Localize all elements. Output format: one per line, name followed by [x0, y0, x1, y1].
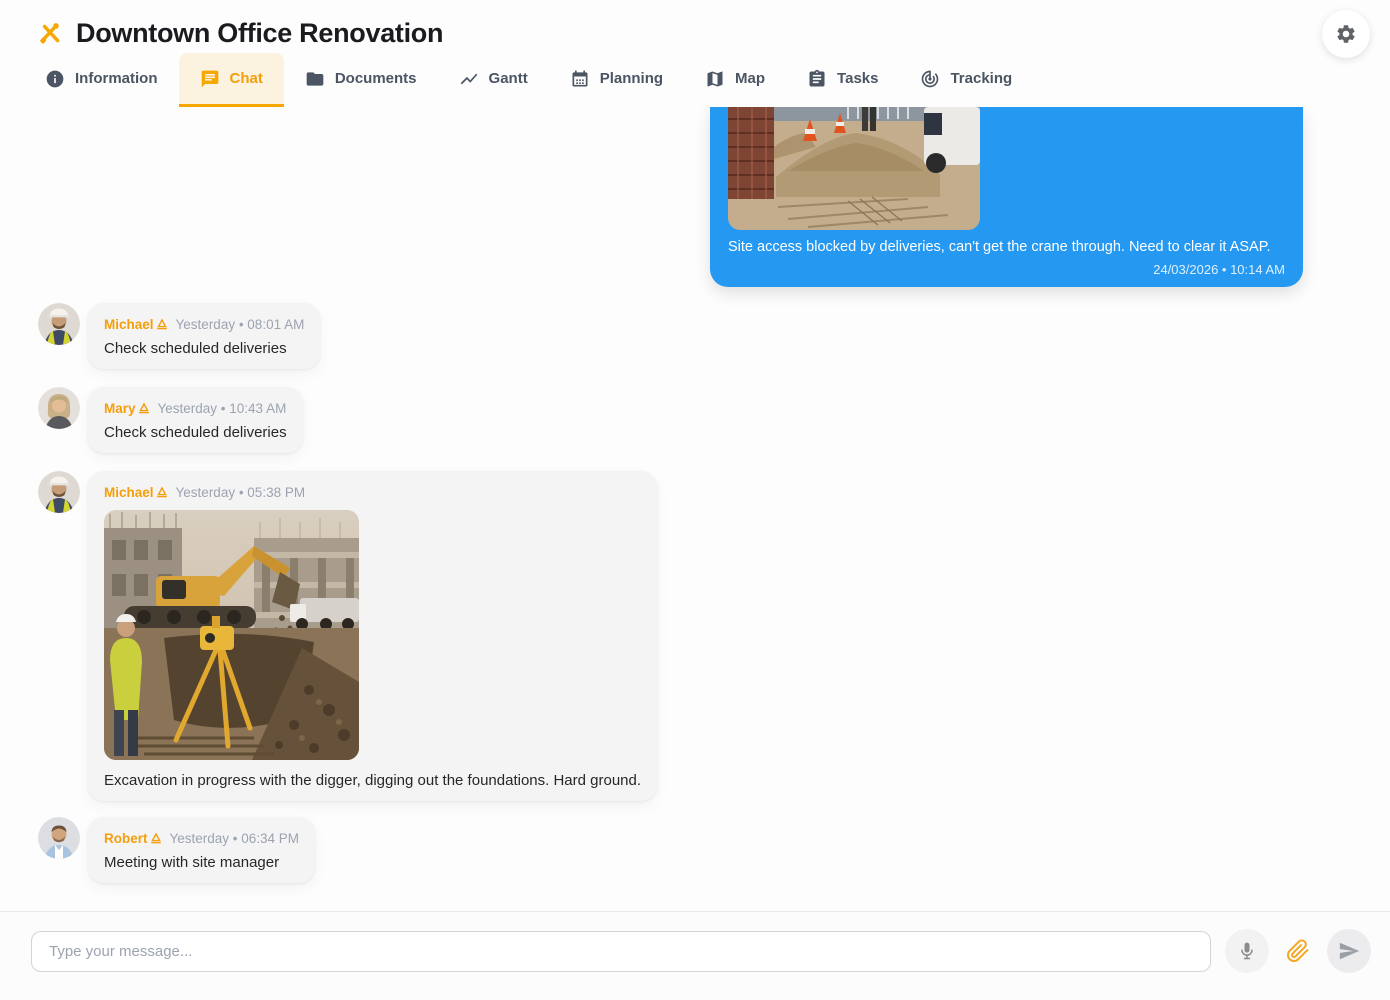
message-bubble: Mary Yesterday • 10:43 AM Check schedule…: [88, 387, 303, 453]
excavation-photo[interactable]: [104, 510, 359, 760]
avatar-robert[interactable]: [38, 817, 80, 859]
send-icon: [1338, 940, 1360, 962]
message-time: Yesterday • 05:38 PM: [176, 485, 306, 500]
tab-gantt[interactable]: Gantt: [438, 53, 549, 107]
construction-role-icon: [138, 402, 150, 414]
message-row: Michael Yesterday • 08:01 AM Check sched…: [38, 303, 1390, 369]
tab-label: Planning: [600, 70, 663, 87]
own-message-text: Site access blocked by deliveries, can't…: [728, 239, 1285, 255]
folder-icon: [305, 69, 325, 89]
send-button[interactable]: [1327, 929, 1371, 973]
message-bubble: Robert Yesterday • 06:34 PM Meeting with…: [88, 817, 315, 883]
tab-label: Tasks: [837, 70, 878, 87]
tab-bar: Information Chat Documents Gantt Plannin…: [0, 53, 1390, 107]
tab-label: Chat: [230, 70, 263, 87]
message-time: Yesterday • 06:34 PM: [170, 831, 300, 846]
paperclip-icon: [1286, 939, 1310, 963]
tab-label: Information: [75, 70, 158, 87]
author-name: Robert: [104, 831, 162, 846]
mic-button[interactable]: [1225, 929, 1269, 973]
message-row: Michael Yesterday • 05:38 PM: [38, 471, 1390, 801]
construction-role-icon: [156, 486, 168, 498]
info-icon: [45, 69, 65, 89]
author-name: Mary: [104, 401, 150, 416]
tab-chat[interactable]: Chat: [179, 53, 284, 107]
avatar-michael[interactable]: [38, 303, 80, 345]
author-name: Michael: [104, 317, 168, 332]
message-row: Robert Yesterday • 06:34 PM Meeting with…: [38, 817, 1390, 883]
tools-icon: [37, 20, 63, 46]
tab-information[interactable]: Information: [24, 53, 179, 107]
own-message-bubble: Site access blocked by deliveries, can't…: [710, 107, 1303, 287]
tab-label: Tracking: [950, 70, 1012, 87]
tab-tasks[interactable]: Tasks: [786, 53, 899, 107]
chat-bubble-icon: [200, 69, 220, 89]
gear-icon: [1335, 23, 1357, 45]
settings-button[interactable]: [1322, 10, 1370, 58]
mic-icon: [1237, 941, 1257, 961]
tab-tracking[interactable]: Tracking: [899, 53, 1033, 107]
author-name: Michael: [104, 485, 168, 500]
tab-label: Gantt: [489, 70, 528, 87]
message-bubble: Michael Yesterday • 08:01 AM Check sched…: [88, 303, 320, 369]
own-message-timestamp: 24/03/2026 • 10:14 AM: [728, 262, 1285, 277]
chat-message-list: Site access blocked by deliveries, can't…: [0, 107, 1390, 921]
message-meta: Mary Yesterday • 10:43 AM: [104, 399, 287, 417]
message-text: Check scheduled deliveries: [104, 424, 287, 441]
construction-site-entrance-photo[interactable]: [728, 107, 980, 230]
clipboard-icon: [807, 69, 827, 89]
tab-map[interactable]: Map: [684, 53, 786, 107]
message-input[interactable]: [31, 931, 1211, 972]
message-meta: Robert Yesterday • 06:34 PM: [104, 829, 299, 847]
target-icon: [920, 69, 940, 89]
line-chart-icon: [459, 69, 479, 89]
message-meta: Michael Yesterday • 05:38 PM: [104, 483, 641, 501]
message-text: Meeting with site manager: [104, 854, 299, 871]
header: Downtown Office Renovation: [0, 0, 1390, 53]
tab-label: Documents: [335, 70, 417, 87]
message-bubble: Michael Yesterday • 05:38 PM: [88, 471, 657, 801]
construction-role-icon: [156, 318, 168, 330]
message-meta: Michael Yesterday • 08:01 AM: [104, 315, 304, 333]
avatar-mary[interactable]: [38, 387, 80, 429]
page-title: Downtown Office Renovation: [76, 18, 443, 49]
tab-documents[interactable]: Documents: [284, 53, 438, 107]
message-time: Yesterday • 10:43 AM: [158, 401, 287, 416]
tab-planning[interactable]: Planning: [549, 53, 684, 107]
map-icon: [705, 69, 725, 89]
construction-role-icon: [150, 832, 162, 844]
tab-label: Map: [735, 70, 765, 87]
message-composer: [0, 911, 1390, 1000]
message-time: Yesterday • 08:01 AM: [176, 317, 305, 332]
message-text: Check scheduled deliveries: [104, 340, 304, 357]
avatar-michael[interactable]: [38, 471, 80, 513]
message-text: Excavation in progress with the digger, …: [104, 772, 641, 789]
message-row: Mary Yesterday • 10:43 AM Check schedule…: [38, 387, 1390, 453]
attach-button[interactable]: [1283, 929, 1313, 973]
calendar-icon: [570, 69, 590, 89]
